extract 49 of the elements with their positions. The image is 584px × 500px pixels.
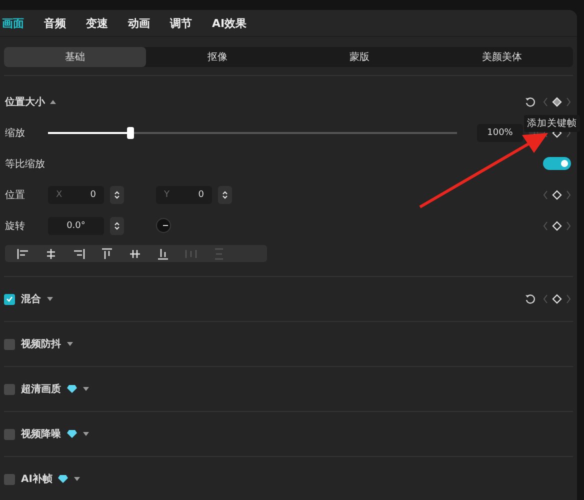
subtab[interactable]: 蒙版	[288, 47, 431, 67]
checkbox[interactable]	[4, 338, 15, 350]
caret-icon[interactable]	[83, 387, 89, 391]
subtab[interactable]: 基础	[4, 47, 146, 67]
section-title: 位置大小	[5, 96, 45, 108]
keyframe-icon[interactable]	[543, 190, 571, 200]
stepper-button[interactable]	[110, 186, 124, 204]
x-field[interactable]: X 0	[48, 186, 104, 204]
checkbox[interactable]	[4, 428, 15, 440]
tab[interactable]: 动画	[128, 16, 150, 30]
property-label: 旋转	[5, 220, 26, 232]
y-field[interactable]: Y 0	[156, 186, 212, 204]
section-title: 视频降噪	[21, 428, 61, 441]
tab[interactable]: AI效果	[212, 16, 247, 30]
rotation-dial[interactable]	[156, 218, 171, 233]
caret-icon[interactable]	[83, 432, 89, 436]
keyframe-icon[interactable]	[543, 220, 571, 230]
caret-icon[interactable]	[50, 100, 56, 104]
tooltip: 添加关键帧	[524, 115, 580, 132]
checkbox[interactable]	[4, 294, 15, 304]
caret-icon[interactable]	[67, 342, 73, 346]
section-title: 超清画质	[21, 382, 61, 396]
caret-icon[interactable]	[74, 477, 80, 481]
subtab[interactable]: 抠像	[146, 47, 288, 67]
rotation-field[interactable]: 0.0°	[48, 216, 104, 234]
tab[interactable]: 画面	[2, 16, 24, 30]
property-label: 缩放	[5, 126, 26, 140]
subtab[interactable]: 美颜美体	[430, 47, 573, 67]
section-title: AI补帧	[21, 472, 52, 486]
checkbox[interactable]	[4, 384, 15, 394]
toggle-switch[interactable]	[543, 157, 571, 170]
reset-icon[interactable]	[525, 96, 535, 106]
slider-thumb[interactable]	[126, 126, 134, 138]
section-title: 混合	[21, 292, 41, 306]
stepper-button[interactable]	[110, 216, 124, 234]
tab[interactable]: 调节	[170, 16, 192, 30]
tab[interactable]: 音频	[44, 16, 66, 30]
caret-icon[interactable]	[47, 297, 53, 301]
property-label: 位置	[5, 188, 26, 202]
keyframe-icon[interactable]	[543, 96, 571, 106]
tab[interactable]: 变速	[86, 16, 108, 30]
keyframe-icon[interactable]	[543, 294, 571, 304]
property-label: 等比缩放	[5, 158, 46, 170]
reset-icon[interactable]	[525, 294, 535, 304]
section-title: 视频防抖	[21, 338, 61, 351]
checkbox[interactable]	[4, 474, 15, 484]
scale-slider[interactable]	[48, 126, 457, 138]
scale-field[interactable]: 100%	[477, 124, 523, 142]
stepper-button[interactable]	[218, 186, 232, 204]
